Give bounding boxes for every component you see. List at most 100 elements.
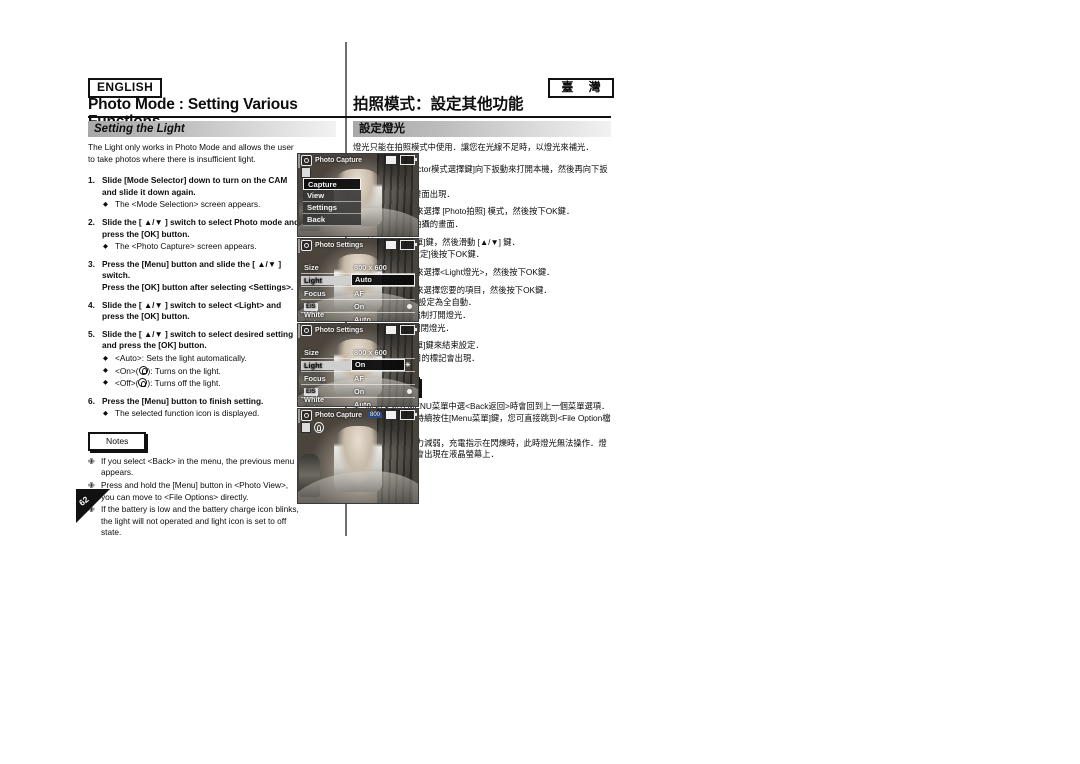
settings-value: AF [354,373,364,383]
memory-card-icon [385,240,397,250]
lcd-status-bar: Photo Settings [298,239,418,251]
settings-value: On [351,359,405,371]
photo-mode-icon [301,154,312,166]
sd-card-icon [301,167,311,178]
settings-key: Focus [304,373,326,383]
settings-row-white-balance[interactable]: White Balance Auto [301,310,415,321]
step-bullet: The <Mode Selection> screen appears. [102,199,302,211]
settings-key: Focus [304,288,326,298]
settings-value: 800 x 600 [354,347,387,357]
menu-item-view[interactable]: View [303,190,361,202]
memory-card-icon [385,410,397,420]
english-step-list: 1. Slide [Mode Selector] down to turn on… [88,175,302,420]
menu-item-back[interactable]: Back [303,214,361,226]
english-step: 3. Press the [Menu] button and slide the… [88,259,302,294]
note-item: Press and hold the [Menu] button in <Pho… [88,480,302,503]
light-on-icon [314,422,324,433]
lcd-title: Photo Settings [315,241,363,249]
step-bullets: The selected function icon is displayed. [102,408,302,420]
menu-item-settings[interactable]: Settings [303,202,361,214]
notes-label-english: Notes [88,431,147,451]
step-bullet-light-on: <On>(): Turns on the light. [102,365,302,378]
english-notes-list: If you select <Back> in the menu, the pr… [88,456,302,539]
photo-settings-list[interactable]: Size 800 x 600 Light On ☀ Focus AF EIS O… [301,346,415,407]
step-text-secondary: Press the [OK] button after selecting <S… [102,281,294,292]
step-number: 5. [88,328,95,339]
lcd-title: Photo Capture [315,411,362,419]
settings-row-focus[interactable]: Focus AF [301,372,415,385]
sd-card-icon [301,422,311,433]
bullet-off-prefix: <Off>( [115,378,139,389]
settings-key: Light [301,275,351,285]
page-title-chinese: 拍照模式：設定其他功能 [353,96,524,113]
lcd-sub-status-row [301,422,324,433]
note-item: If the battery is low and the battery ch… [88,504,302,539]
manual-page: ENGLISH 臺 灣 Photo Mode : Setting Various… [0,0,1080,764]
settings-row-light[interactable]: Light On ☀ [301,359,415,372]
step-bullet: The selected function icon is displayed. [102,408,302,420]
lcd-screenshot-stack: 3 Photo Capture Capture View Settings Ba… [297,153,419,505]
section-heading-chinese: 設定燈光 [353,121,611,137]
settings-value: Auto [351,274,415,286]
photo-mode-icon [301,409,312,421]
battery-icon [400,155,417,165]
settings-row-focus[interactable]: Focus AF [301,287,415,300]
battery-icon [400,410,417,420]
step-text: Slide the [ ▲/▼ ] switch to select desir… [102,328,294,351]
english-step: 2. Slide the [ ▲/▼ ] switch to select Ph… [88,217,302,253]
lcd-title: Photo Capture [315,156,362,164]
settings-value: Auto [354,399,371,407]
step-bullet: The <Photo Capture> screen appears. [102,241,302,253]
step-text: Slide the [ ▲/▼ ] switch to select Photo… [102,216,300,239]
lcd-screenshot-photo-capture-light-on: 6 Photo Capture 800 [297,408,419,504]
english-step: 1. Slide [Mode Selector] down to turn on… [88,175,302,211]
step-text: Press the [Menu] button to finish settin… [102,395,264,406]
settings-row-size[interactable]: Size 800 x 600 [301,346,415,359]
menu-item-capture[interactable]: Capture [303,178,361,190]
settings-key: Size [304,262,319,272]
photo-mode-icon [301,239,312,251]
settings-value: On [354,301,365,311]
step-badge: 4 [298,239,300,253]
bullet-off-suffix: ): Turns off the light. [147,378,221,389]
step-badge: 6 [298,409,300,423]
section-heading-chinese-label: 設定燈光 [359,123,405,135]
lcd-screenshot-photo-settings-auto: 4 Photo Settings Size 800 x 600 Light [297,238,419,322]
settings-row-size[interactable]: Size 800 x 600 [301,261,415,274]
settings-row-white-balance[interactable]: White Balance Auto [301,395,415,407]
memory-card-icon [385,325,397,335]
section-heading-english: Setting the Light [88,121,336,137]
settings-value: 800 x 600 [354,262,387,272]
step-text: Press the [Menu] button and slide the [ … [102,258,282,281]
photo-side-figure [299,454,320,498]
bullet-on-prefix: <On>( [115,365,139,376]
settings-value: AF [354,288,364,298]
section-heading-english-label: Setting the Light [94,123,185,135]
settings-row-light[interactable]: Light Auto [301,274,415,287]
english-step: 6. Press the [Menu] button to finish set… [88,396,302,420]
step-number: 2. [88,216,95,227]
photo-settings-list[interactable]: Size 800 x 600 Light Auto Focus AF EIS O… [301,261,415,321]
english-step: 4. Slide the [ ▲/▼ ] switch to select <L… [88,300,302,323]
step-text: Slide [Mode Selector] down to turn on th… [102,175,288,197]
step-number: 6. [88,395,95,406]
english-intro: The Light only works in Photo Mode and a… [88,142,294,164]
photo-capture-dropdown[interactable]: Capture View Settings Back [303,178,361,226]
lcd-screenshot-photo-capture-menu: 3 Photo Capture Capture View Settings Ba… [297,153,419,237]
light-on-icon: ☀ [404,362,411,369]
settings-key: White Balance [304,310,332,321]
step-number: 1. [88,175,95,186]
resolution-chip: 800 [367,412,382,418]
battery-icon [400,240,417,250]
lcd-title: Photo Settings [315,326,363,334]
settings-key: White Balance [304,395,332,406]
step-bullets: The <Photo Capture> screen appears. [102,241,302,253]
lcd-screenshot-photo-settings-on: 5 Photo Settings Size 800 x 600 Light [297,323,419,407]
step-badge: 5 [298,324,300,338]
settings-key: Light [301,360,351,370]
photo-mode-icon [301,324,312,336]
region-tag: 臺 灣 [548,78,614,98]
step-text: Slide the [ ▲/▼ ] switch to select <Ligh… [102,299,282,322]
step-bullets: <Auto>: Sets the light automatically. <O… [102,353,302,390]
title-underline [88,116,611,118]
